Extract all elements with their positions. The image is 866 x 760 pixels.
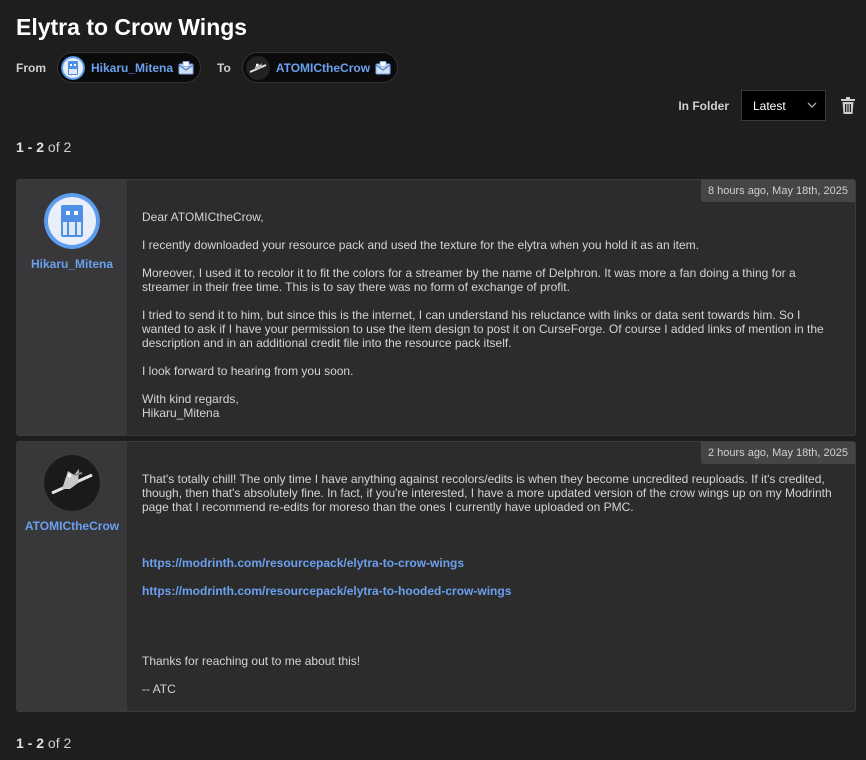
message-author-name[interactable]: ATOMICtheCrow [25, 519, 119, 533]
pagination-range: 1 - 2 [16, 139, 45, 155]
trash-icon[interactable] [840, 96, 856, 115]
from-label: From [16, 60, 46, 75]
message-paragraph: I recently downloaded your resource pack… [142, 238, 699, 252]
avatar[interactable] [44, 455, 100, 511]
message-author-sidebar: ATOMICtheCrow [17, 442, 127, 711]
message-paragraph: Thanks for reaching out to me about this… [142, 654, 361, 668]
folder-select-value: Latest [753, 98, 786, 113]
message-paragraph: Hikaru_Mitena [142, 406, 220, 420]
page-title: Elytra to Crow Wings [16, 14, 248, 40]
to-user-name[interactable]: ATOMICtheCrow [276, 61, 370, 75]
envelope-icon[interactable] [375, 60, 391, 75]
folder-select[interactable]: Latest [741, 90, 826, 121]
folder-label: In Folder [678, 98, 729, 113]
modrinth-link[interactable]: https://modrinth.com/resourcepack/elytra… [142, 584, 511, 598]
to-user-pill[interactable]: ATOMICtheCrow [241, 52, 399, 83]
message-author-name[interactable]: Hikaru_Mitena [31, 257, 113, 271]
message-card: Hikaru_Mitena 8 hours ago, May 18th, 202… [16, 179, 856, 436]
message-paragraph: With kind regards, [142, 392, 239, 406]
from-user-pill[interactable]: Hikaru_Mitena [57, 52, 202, 83]
modrinth-link[interactable]: https://modrinth.com/resourcepack/elytra… [142, 556, 464, 570]
pagination-bottom: 1 - 2 of 2 [16, 735, 71, 751]
message-paragraph: Moreover, I used it to recolor it to fit… [142, 266, 796, 294]
message-paragraph: Dear ATOMICtheCrow, [142, 210, 264, 224]
pagination-total: of 2 [47, 139, 72, 155]
avatar [245, 55, 270, 80]
message-body: That's totally chill! The only time I ha… [142, 472, 841, 710]
message-timestamp: 8 hours ago, May 18th, 2025 [700, 180, 855, 202]
envelope-icon[interactable] [178, 60, 194, 75]
pagination-range: 1 - 2 [16, 735, 45, 751]
message-body: Dear ATOMICtheCrow, I recently downloade… [142, 210, 841, 434]
avatar[interactable] [44, 193, 100, 249]
message-link-paragraph: https://modrinth.com/resourcepack/elytra… [142, 556, 841, 570]
to-label: To [217, 60, 231, 75]
message-link-paragraph: https://modrinth.com/resourcepack/elytra… [142, 584, 841, 598]
folder-row: In Folder Latest [678, 90, 856, 121]
message-paragraph: I tried to send it to him, but since thi… [142, 308, 824, 350]
chevron-down-icon [807, 100, 817, 111]
participants-row: From Hikaru_Mitena To ATOMICtheCrow [16, 52, 414, 83]
message-timestamp: 2 hours ago, May 18th, 2025 [700, 442, 855, 464]
avatar [61, 55, 85, 80]
message-paragraph: That's totally chill! The only time I ha… [142, 472, 832, 514]
message-paragraph: I look forward to hearing from you soon. [142, 364, 354, 378]
pagination-total: of 2 [47, 735, 72, 751]
from-user-name[interactable]: Hikaru_Mitena [91, 61, 173, 75]
pagination-top: 1 - 2 of 2 [16, 139, 71, 155]
message-card: ATOMICtheCrow 2 hours ago, May 18th, 202… [16, 441, 856, 712]
message-paragraph: -- ATC [142, 682, 176, 696]
message-author-sidebar: Hikaru_Mitena [17, 180, 127, 435]
